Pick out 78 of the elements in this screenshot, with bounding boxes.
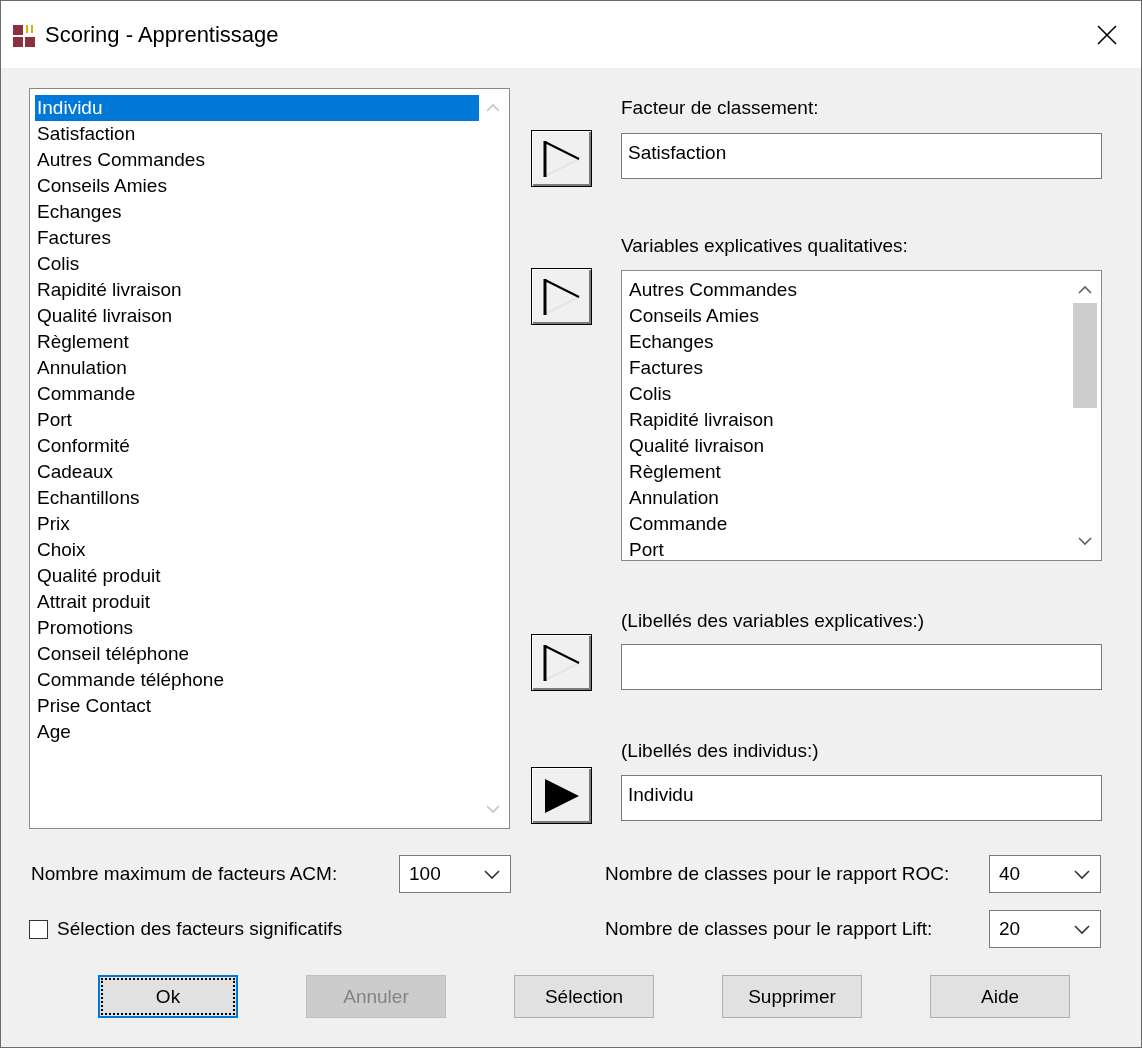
text-field[interactable] [621, 644, 1102, 690]
selected-variables-list[interactable]: Autres Commandes Conseils Amies Echanges Factures Colis Rapidité livraison Qualité livraison Règlement Annulation Commande Port [621, 270, 1102, 561]
window-title: Scoring - Apprentissage [45, 21, 280, 48]
list-item[interactable]: Port [35, 407, 479, 433]
list-item[interactable]: Règlement [35, 329, 479, 355]
dropdown[interactable]: 40 [989, 855, 1101, 893]
field-label: Facteur de classement: [621, 97, 820, 119]
chevron-down-icon [1074, 923, 1090, 935]
list-item[interactable]: Colis [35, 251, 479, 277]
list-item[interactable]: Annulation [35, 355, 479, 381]
list-item[interactable]: Cadeaux [35, 459, 479, 485]
dropdown[interactable]: 100 [399, 855, 511, 893]
dialog-button[interactable]: Supprimer [722, 975, 862, 1018]
list-item[interactable]: Colis [627, 381, 1071, 407]
list-item[interactable]: Qualité livraison [35, 303, 479, 329]
dropdown-value: 100 [409, 863, 441, 885]
list-item[interactable]: Autres Commandes [627, 277, 1071, 303]
field-label: Nombre de classes pour le rapport ROC: [605, 863, 950, 885]
move-button[interactable] [531, 130, 592, 187]
play-icon [542, 776, 581, 815]
list-item[interactable]: Port [627, 537, 1071, 560]
list-item[interactable]: Annulation [627, 485, 1071, 511]
list-item[interactable]: Factures [35, 225, 479, 251]
list-item[interactable]: Qualité livraison [627, 433, 1071, 459]
dropdown-value: 40 [999, 863, 1021, 885]
chevron-down-icon [1074, 868, 1090, 880]
variable-list[interactable] [29, 88, 510, 829]
list-item[interactable]: Commande [627, 511, 1071, 537]
chevron-down-icon [484, 868, 500, 880]
list-item[interactable]: Autres Commandes [35, 147, 479, 173]
dialog-button[interactable]: Sélection [514, 975, 654, 1018]
list-item[interactable]: Attrait produit [35, 589, 479, 615]
list-item[interactable]: Commande téléphone [35, 667, 479, 693]
field-label: Nombre maximum de facteurs ACM: [31, 863, 338, 885]
field-label: (Libellés des variables explicatives:) [621, 610, 926, 632]
move-button[interactable] [531, 268, 592, 325]
field-label: (Libellés des individus:) [621, 740, 820, 762]
list-item[interactable]: Conseil téléphone [35, 641, 479, 667]
move-button[interactable] [531, 767, 592, 824]
text-field[interactable]: Individu [621, 775, 1102, 821]
list-item[interactable]: Qualité produit [35, 563, 479, 589]
field-label: Nombre de classes pour le rapport Lift: [605, 918, 933, 940]
list-item[interactable]: Age [35, 719, 479, 745]
list-item[interactable]: Satisfaction [35, 121, 479, 147]
list-item[interactable]: Factures [627, 355, 1071, 381]
dialog-button[interactable]: Ok [98, 975, 238, 1018]
scrollbar-thumb[interactable] [1073, 303, 1097, 408]
list-item[interactable]: Prise Contact [35, 693, 479, 719]
chevron-down-icon [1077, 535, 1093, 547]
list-item[interactable]: Rapidité livraison [627, 407, 1071, 433]
triangle-outline-icon [542, 139, 581, 178]
list-item[interactable]: Prix [35, 511, 479, 537]
list-item[interactable]: Individu [35, 95, 479, 121]
checkbox-label: Sélection des facteurs significatifs [57, 918, 343, 940]
list-item[interactable]: Choix [35, 537, 479, 563]
dropdown[interactable]: 20 [989, 910, 1101, 948]
chevron-down-icon [485, 803, 501, 815]
list-item[interactable]: Conseils Amies [35, 173, 479, 199]
list-item[interactable]: Echanges [35, 199, 479, 225]
chevron-up-icon [1077, 284, 1093, 296]
list-item[interactable]: Commande [35, 381, 479, 407]
list-item[interactable]: Echanges [627, 329, 1071, 355]
field-label: Variables explicatives qualitatives: [621, 235, 909, 257]
text-field[interactable]: Satisfaction [621, 133, 1102, 179]
move-button[interactable] [531, 634, 592, 691]
list-item[interactable]: Rapidité livraison [35, 277, 479, 303]
checkbox[interactable] [29, 919, 48, 939]
dialog-button[interactable]: Aide [930, 975, 1070, 1018]
list-item[interactable]: Règlement [627, 459, 1071, 485]
list-item[interactable]: Conformité [35, 433, 479, 459]
list-item[interactable]: Promotions [35, 615, 479, 641]
chevron-up-icon [485, 102, 501, 114]
list-item[interactable]: Echantillons [35, 485, 479, 511]
triangle-outline-icon [542, 277, 581, 316]
dropdown-value: 20 [999, 918, 1021, 940]
close-icon [1097, 24, 1117, 45]
triangle-outline-icon [542, 643, 581, 682]
list-item[interactable]: Conseils Amies [627, 303, 1071, 329]
